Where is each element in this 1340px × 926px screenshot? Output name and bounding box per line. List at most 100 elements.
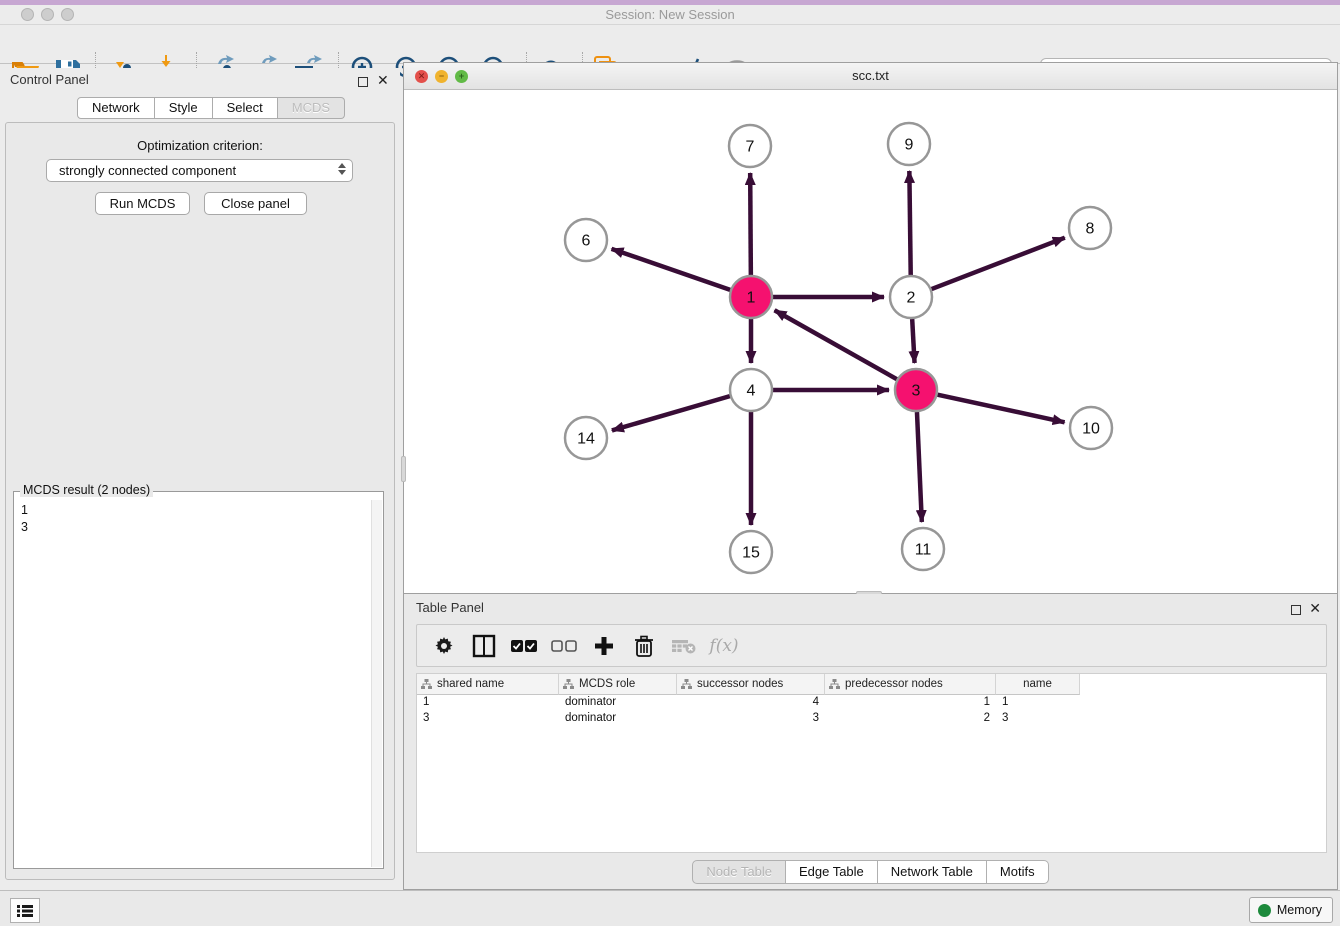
edge-2-8[interactable]: [932, 238, 1065, 289]
select-all-icon[interactable]: [511, 633, 537, 659]
network-window-title: scc.txt: [404, 63, 1337, 89]
table-row[interactable]: 3dominator323: [417, 711, 1080, 727]
table-tabs: Node Table Edge Table Network Table Moti…: [404, 860, 1337, 884]
result-scrollbar[interactable]: [371, 500, 382, 867]
node-label: 14: [577, 431, 595, 448]
table-cell[interactable]: 1: [996, 695, 1080, 711]
edge-1-7[interactable]: [750, 173, 751, 275]
tab-style[interactable]: Style: [155, 97, 213, 119]
column-header-predecessor-nodes[interactable]: predecessor nodes: [825, 674, 996, 695]
table-cell[interactable]: 3: [996, 711, 1080, 727]
graph-node-14[interactable]: 14: [565, 417, 607, 459]
criterion-value: strongly connected component: [59, 163, 236, 178]
graph-node-1[interactable]: 1: [730, 276, 772, 318]
network-maximize-button[interactable]: +: [455, 70, 468, 83]
optimization-criterion-label: Optimization criterion:: [6, 138, 394, 153]
table-cell[interactable]: 3: [677, 711, 825, 727]
graph-node-6[interactable]: 6: [565, 219, 607, 261]
edge-2-9[interactable]: [909, 171, 910, 275]
table-row[interactable]: 1dominator411: [417, 695, 1080, 711]
close-panel-icon[interactable]: ✕: [377, 75, 389, 85]
table-cell[interactable]: 4: [677, 695, 825, 711]
column-header-successor-nodes[interactable]: successor nodes: [677, 674, 825, 695]
window-title: Session: New Session: [0, 5, 1340, 25]
edge-3-11[interactable]: [917, 412, 922, 522]
table-panel: Table Panel ✕ f(x) shared nameMCDS roles…: [403, 594, 1338, 890]
control-panel: Control Panel ✕ Network Style Select MCD…: [0, 68, 400, 882]
close-panel-button[interactable]: Close panel: [204, 192, 307, 215]
graph-node-7[interactable]: 7: [729, 125, 771, 167]
memory-label: Memory: [1277, 903, 1322, 917]
node-label: 11: [915, 542, 932, 559]
node-label: 15: [742, 545, 760, 562]
node-label: 7: [746, 139, 755, 156]
table-toolbar: f(x): [416, 624, 1327, 667]
graph-node-2[interactable]: 2: [890, 276, 932, 318]
table-cell[interactable]: 1: [825, 695, 996, 711]
mcds-result-text[interactable]: 1 3: [15, 500, 371, 867]
task-history-button[interactable]: [10, 898, 40, 923]
table-cell[interactable]: dominator: [559, 695, 677, 711]
graph-node-3[interactable]: 3: [895, 369, 937, 411]
table-panel-title: Table Panel: [416, 600, 484, 615]
mcds-result-box: MCDS result (2 nodes) 1 3: [13, 491, 384, 869]
network-graph[interactable]: 7 9 6 8 1 2 4 3 14 10 15 11: [404, 90, 1337, 593]
table-cell[interactable]: 3: [417, 711, 559, 727]
node-label: 10: [1082, 421, 1100, 438]
show-columns-icon[interactable]: [471, 633, 497, 659]
network-close-button[interactable]: ✕: [415, 70, 428, 83]
table-cell[interactable]: 1: [417, 695, 559, 711]
mcds-result-title: MCDS result (2 nodes): [20, 483, 153, 497]
graph-node-11[interactable]: 11: [902, 528, 944, 570]
float-panel-icon[interactable]: [358, 74, 368, 92]
table-settings-gear-icon[interactable]: [431, 633, 457, 659]
tab-network-table[interactable]: Network Table: [878, 860, 987, 884]
node-label: 2: [907, 290, 916, 307]
close-table-panel-icon[interactable]: ✕: [1309, 603, 1321, 613]
control-panel-title: Control Panel: [10, 72, 89, 87]
add-column-icon[interactable]: [591, 633, 617, 659]
memory-button[interactable]: Memory: [1249, 897, 1333, 923]
table-cell[interactable]: dominator: [559, 711, 677, 727]
node-label: 9: [905, 137, 914, 154]
column-header-name[interactable]: name: [996, 674, 1080, 695]
graph-node-10[interactable]: 10: [1070, 407, 1112, 449]
float-table-panel-icon[interactable]: [1291, 602, 1301, 620]
tab-select[interactable]: Select: [213, 97, 278, 119]
edge-4-14[interactable]: [612, 396, 730, 430]
node-label: 1: [747, 290, 756, 307]
tab-motifs[interactable]: Motifs: [987, 860, 1049, 884]
column-header-shared-name[interactable]: shared name: [417, 674, 559, 695]
mcds-tab-content: Optimization criterion: strongly connect…: [5, 122, 395, 880]
edge-3-1[interactable]: [775, 310, 897, 379]
node-table[interactable]: shared nameMCDS rolesuccessor nodesprede…: [416, 673, 1327, 853]
run-mcds-button[interactable]: Run MCDS: [95, 192, 190, 215]
edge-2-3[interactable]: [912, 319, 914, 363]
window-titlebar: Session: New Session: [0, 5, 1340, 25]
list-icon: [16, 903, 34, 919]
network-window-titlebar: ✕ − + scc.txt: [404, 63, 1337, 90]
window-close-button[interactable]: [21, 8, 34, 21]
tab-network[interactable]: Network: [77, 97, 155, 119]
table-cell[interactable]: 2: [825, 711, 996, 727]
function-builder-icon: f(x): [711, 633, 737, 659]
deselect-all-icon[interactable]: [551, 633, 577, 659]
tab-mcds[interactable]: MCDS: [278, 97, 345, 119]
tab-edge-table[interactable]: Edge Table: [786, 860, 878, 884]
graph-node-4[interactable]: 4: [730, 369, 772, 411]
graph-node-9[interactable]: 9: [888, 123, 930, 165]
edge-1-6[interactable]: [612, 249, 731, 290]
edge-3-10[interactable]: [937, 395, 1064, 423]
graph-node-8[interactable]: 8: [1069, 207, 1111, 249]
network-minimize-button[interactable]: −: [435, 70, 448, 83]
delete-column-trash-icon[interactable]: [631, 633, 657, 659]
splitter-handle-vertical[interactable]: [401, 456, 406, 482]
window-zoom-button[interactable]: [61, 8, 74, 21]
status-bar: Memory: [0, 890, 1340, 926]
window-minimize-button[interactable]: [41, 8, 54, 21]
column-header-MCDS-role[interactable]: MCDS role: [559, 674, 677, 695]
main-toolbar: [0, 25, 1340, 64]
tab-node-table[interactable]: Node Table: [692, 860, 786, 884]
criterion-dropdown[interactable]: strongly connected component: [46, 159, 353, 182]
graph-node-15[interactable]: 15: [730, 531, 772, 573]
